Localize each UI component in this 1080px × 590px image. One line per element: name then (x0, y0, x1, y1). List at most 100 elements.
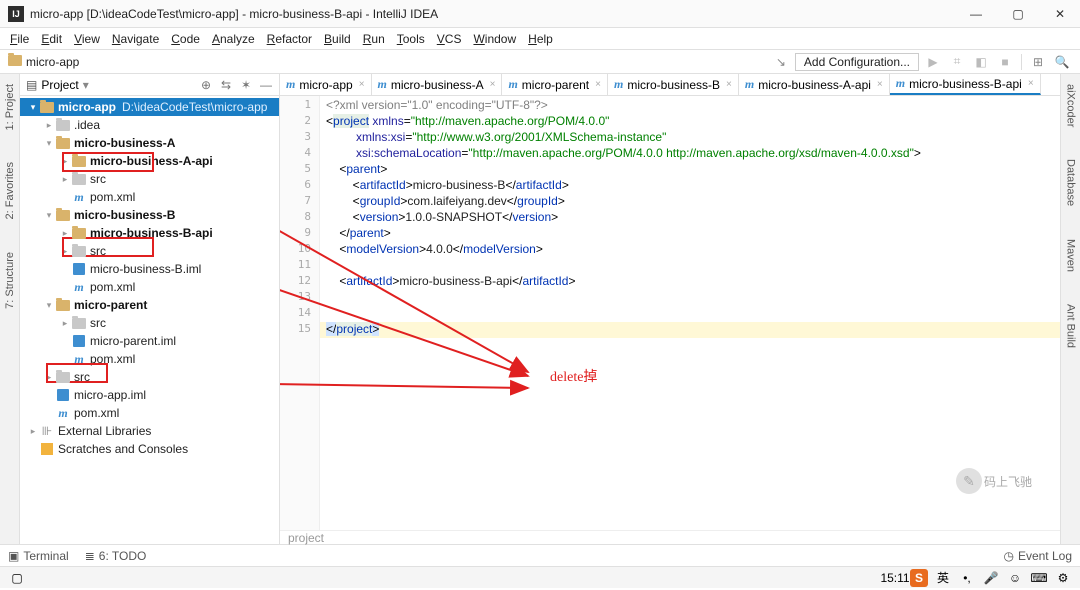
menu-help[interactable]: Help (522, 30, 559, 48)
menubar: FileEditViewNavigateCodeAnalyzeRefactorB… (0, 28, 1080, 50)
maven-icon: m (614, 77, 623, 92)
right-gutter: aiXcoder Database Maven Ant Build (1060, 74, 1080, 544)
breadcrumb-leaf[interactable]: project (288, 531, 324, 545)
right-tool-antbuild[interactable]: Ant Build (1063, 298, 1079, 354)
right-tool-aixcoder[interactable]: aiXcoder (1063, 78, 1079, 133)
tree-row-micro-business-b-api[interactable]: ▸micro-business-B-api (20, 224, 279, 242)
tree-row-micro-app[interactable]: ▾micro-appD:\ideaCodeTest\micro-app (20, 98, 279, 116)
tree-row-micro-parent-iml[interactable]: micro-parent.iml (20, 332, 279, 350)
menu-build[interactable]: Build (318, 30, 357, 48)
right-tool-database[interactable]: Database (1063, 153, 1079, 212)
menu-refactor[interactable]: Refactor (261, 30, 318, 48)
menu-window[interactable]: Window (467, 30, 522, 48)
menu-vcs[interactable]: VCS (431, 30, 468, 48)
editor-tab-micro-app[interactable]: mmicro-app× (280, 74, 372, 95)
tree-row-micro-business-b[interactable]: ▾micro-business-B (20, 206, 279, 224)
tree-row-pom-xml[interactable]: mpom.xml (20, 278, 279, 296)
ime-settings-icon[interactable]: ⚙ (1054, 569, 1072, 587)
hide-panel-icon[interactable]: — (259, 78, 273, 92)
ime-mic-icon[interactable]: 🎤 (982, 569, 1000, 587)
tree-row-micro-business-a-api[interactable]: ▸micro-business-A-api (20, 152, 279, 170)
editor-tab-micro-business-a[interactable]: mmicro-business-A× (372, 74, 503, 95)
coverage-icon[interactable]: ◧ (971, 53, 991, 71)
menu-run[interactable]: Run (357, 30, 391, 48)
menu-tools[interactable]: Tools (391, 30, 431, 48)
close-tab-icon[interactable]: × (724, 79, 732, 90)
event-log-button[interactable]: ◷ Event Log (1003, 549, 1072, 563)
close-tab-icon[interactable]: × (1026, 78, 1034, 89)
tree-row-pom-xml[interactable]: mpom.xml (20, 404, 279, 422)
menu-file[interactable]: File (4, 30, 35, 48)
ime-punct-icon[interactable]: •, (958, 569, 976, 587)
editor-tab-micro-business-b[interactable]: mmicro-business-B× (608, 74, 739, 95)
editor-tab-micro-business-b-api[interactable]: mmicro-business-B-api× (890, 74, 1041, 95)
ime-emoji-icon[interactable]: ☺ (1006, 569, 1024, 587)
stop-icon[interactable]: ■ (995, 53, 1015, 71)
tree-row-micro-parent[interactable]: ▾micro-parent (20, 296, 279, 314)
tree-row-micro-business-a[interactable]: ▾micro-business-A (20, 134, 279, 152)
menu-navigate[interactable]: Navigate (106, 30, 165, 48)
editor-code[interactable]: delete掉 <?xml version="1.0" encoding="UT… (320, 96, 1060, 530)
editor-gutter: 123456789101112131415 (280, 96, 320, 530)
menu-edit[interactable]: Edit (35, 30, 68, 48)
iml-icon (72, 262, 86, 276)
fld-icon (72, 154, 86, 168)
tree-row-pom-xml[interactable]: mpom.xml (20, 350, 279, 368)
fld-icon (56, 298, 70, 312)
iml-icon (72, 334, 86, 348)
debug-icon[interactable]: ⌗ (947, 53, 967, 71)
close-tab-icon[interactable]: × (488, 79, 496, 90)
left-tool-favorites[interactable]: 2: Favorites (2, 156, 18, 225)
editor-tab-micro-parent[interactable]: mmicro-parent× (502, 74, 608, 95)
editor-body[interactable]: 123456789101112131415 delete掉 <?xml vers… (280, 96, 1060, 530)
autoscroll-icon[interactable]: ⊕ (199, 78, 213, 92)
menu-analyze[interactable]: Analyze (206, 30, 261, 48)
tree-row-src[interactable]: ▸src (20, 242, 279, 260)
breadcrumb-bar: project (280, 530, 1060, 544)
run-icon[interactable]: ▶ (923, 53, 943, 71)
ime-sogou-icon[interactable]: S (910, 569, 928, 587)
tree-row-scratches-and-consoles[interactable]: Scratches and Consoles (20, 440, 279, 458)
m-icon: m (72, 190, 86, 204)
menu-code[interactable]: Code (165, 30, 206, 48)
terminal-tool-button[interactable]: ▣ Terminal (8, 549, 69, 563)
right-tool-maven[interactable]: Maven (1063, 233, 1079, 278)
build-icon[interactable]: ↘ (771, 53, 791, 71)
os-bar: ▢ 15:11 S 英 •, 🎤 ☺ ⌨ ⚙ (0, 566, 1080, 588)
tool-window-bar: ▣ Terminal ≣ 6: TODO ◷ Event Log (0, 544, 1080, 566)
close-button[interactable]: ✕ (1048, 4, 1072, 24)
minimize-button[interactable]: — (964, 4, 988, 24)
close-tab-icon[interactable]: × (875, 79, 883, 90)
fld-g-icon (56, 370, 70, 384)
project-structure-icon[interactable]: ⊞ (1028, 53, 1048, 71)
left-tool-project[interactable]: 1: Project (2, 78, 18, 136)
todo-tool-button[interactable]: ≣ 6: TODO (85, 549, 147, 563)
maximize-button[interactable]: ▢ (1006, 4, 1030, 24)
editor-tab-micro-business-a-api[interactable]: mmicro-business-A-api× (739, 74, 890, 95)
breadcrumb[interactable]: micro-app (8, 55, 79, 69)
annotation-text: delete掉 (550, 366, 597, 386)
project-tree[interactable]: ▾micro-appD:\ideaCodeTest\micro-app▸.ide… (20, 96, 279, 544)
tree-row-external-libraries[interactable]: ▸External Libraries (20, 422, 279, 440)
menu-view[interactable]: View (68, 30, 106, 48)
tree-row-micro-business-b-iml[interactable]: micro-business-B.iml (20, 260, 279, 278)
ime-keyboard-icon[interactable]: ⌨ (1030, 569, 1048, 587)
collapse-icon[interactable]: ⇆ (219, 78, 233, 92)
add-configuration-button[interactable]: Add Configuration... (795, 53, 919, 71)
editor-tabs: mmicro-app×mmicro-business-A×mmicro-pare… (280, 74, 1060, 96)
close-tab-icon[interactable]: × (593, 79, 601, 90)
project-panel-header: ▤ Project ▾ ⊕ ⇆ ✶ — (20, 74, 279, 96)
ime-lang-icon[interactable]: 英 (934, 569, 952, 587)
left-tool-structure[interactable]: 7: Structure (2, 246, 18, 315)
tree-row-src[interactable]: ▸src (20, 368, 279, 386)
tree-row-src[interactable]: ▸src (20, 314, 279, 332)
tree-row-pom-xml[interactable]: mpom.xml (20, 188, 279, 206)
tree-row--idea[interactable]: ▸.idea (20, 116, 279, 134)
tree-row-micro-app-iml[interactable]: micro-app.iml (20, 386, 279, 404)
close-tab-icon[interactable]: × (357, 79, 365, 90)
gear-icon[interactable]: ✶ (239, 78, 253, 92)
tree-row-src[interactable]: ▸src (20, 170, 279, 188)
ide-status-icon[interactable]: ▢ (8, 569, 26, 587)
fld-g-icon (72, 172, 86, 186)
search-everywhere-icon[interactable]: 🔍 (1052, 53, 1072, 71)
